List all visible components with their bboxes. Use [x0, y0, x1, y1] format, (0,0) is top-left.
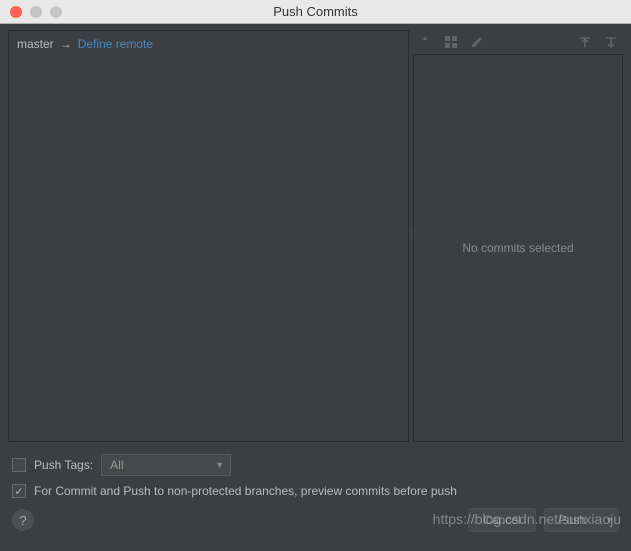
close-icon[interactable]: [10, 6, 22, 18]
group-icon[interactable]: [443, 34, 459, 50]
preview-row: For Commit and Push to non-protected bra…: [12, 484, 619, 498]
maximize-icon[interactable]: [50, 6, 62, 18]
collapse-icon[interactable]: [603, 34, 619, 50]
pin-icon[interactable]: [417, 34, 433, 50]
chevron-down-icon: ▼: [215, 460, 224, 470]
branch-row[interactable]: master → Define remote: [17, 37, 400, 51]
define-remote-link[interactable]: Define remote: [78, 37, 153, 51]
commit-details-panel: No commits selected: [413, 54, 623, 442]
push-tags-select[interactable]: All ▼: [101, 454, 231, 476]
cancel-button[interactable]: Cancel: [468, 508, 535, 532]
push-split-button[interactable]: Push ▼: [544, 508, 619, 532]
window-title: Push Commits: [0, 4, 631, 19]
push-tags-selected: All: [110, 458, 123, 472]
expand-icon[interactable]: [577, 34, 593, 50]
push-dropdown-caret[interactable]: ▼: [601, 508, 619, 532]
action-buttons: Cancel Push ▼: [468, 508, 619, 532]
push-tags-label: Push Tags:: [34, 458, 93, 472]
titlebar: Push Commits: [0, 0, 631, 24]
preview-checkbox[interactable]: [12, 484, 26, 498]
edit-icon[interactable]: [469, 34, 485, 50]
diff-toolbar: [413, 30, 623, 54]
preview-label: For Commit and Push to non-protected bra…: [34, 484, 457, 498]
footer: Push Tags: All ▼ For Commit and Push to …: [0, 448, 631, 542]
local-branch-label: master: [17, 37, 54, 51]
push-tags-checkbox[interactable]: [12, 458, 26, 472]
help-button[interactable]: ?: [12, 509, 34, 531]
arrow-icon: →: [60, 37, 72, 51]
right-side: No commits selected: [413, 30, 623, 442]
no-commits-label: No commits selected: [462, 241, 573, 255]
minimize-icon[interactable]: [30, 6, 42, 18]
push-tags-row: Push Tags: All ▼: [12, 454, 619, 476]
content-area: master → Define remote ⋮: [0, 24, 631, 448]
push-button[interactable]: Push: [544, 508, 601, 532]
button-row: ? Cancel Push ▼: [12, 508, 619, 532]
traffic-lights: [0, 6, 62, 18]
commits-tree-panel[interactable]: master → Define remote: [8, 30, 409, 442]
